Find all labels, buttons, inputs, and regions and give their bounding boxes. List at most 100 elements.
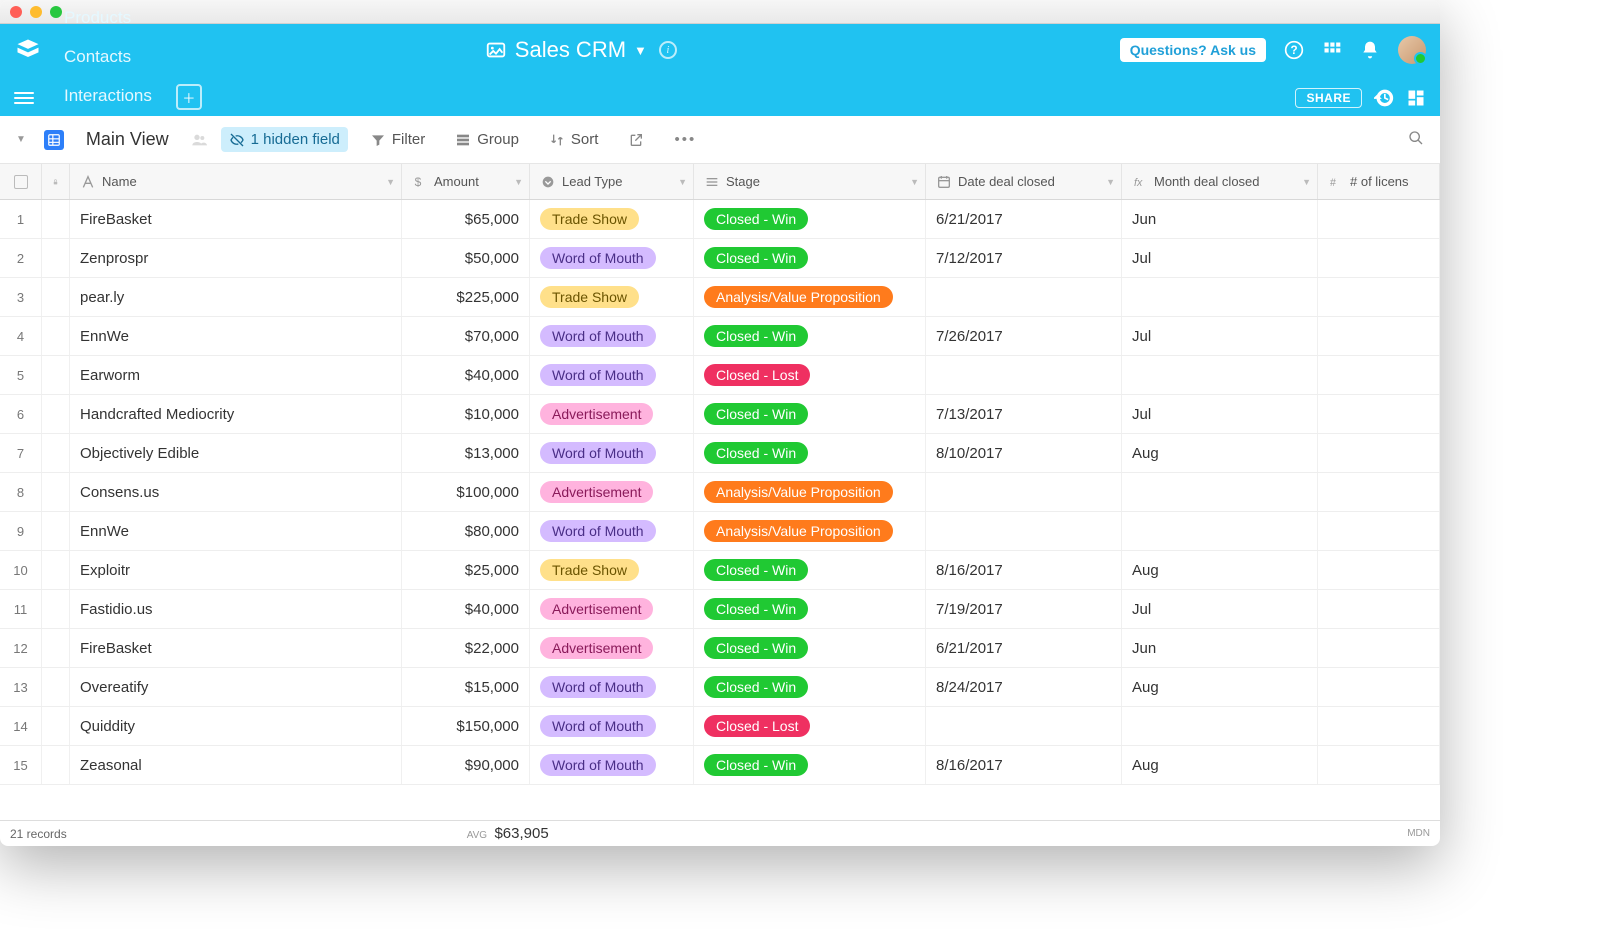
bell-icon[interactable] <box>1360 40 1380 60</box>
collaborators-icon[interactable] <box>191 132 207 148</box>
cell-lead[interactable]: Word of Mouth <box>530 239 694 277</box>
cell-licenses[interactable] <box>1318 278 1440 316</box>
cell-licenses[interactable] <box>1318 395 1440 433</box>
cell-licenses[interactable] <box>1318 434 1440 472</box>
menu-icon[interactable] <box>14 92 34 104</box>
column-header-name[interactable]: Name▼ <box>70 164 402 199</box>
close-window-dot[interactable] <box>10 6 22 18</box>
cell-amount[interactable]: $70,000 <box>402 317 530 355</box>
cell-date[interactable] <box>926 473 1122 511</box>
cell-month[interactable] <box>1122 707 1318 745</box>
tab-products[interactable]: Products <box>46 0 170 38</box>
cell-name[interactable]: FireBasket <box>70 200 402 238</box>
filter-button[interactable]: Filter <box>362 127 433 152</box>
cell-date[interactable] <box>926 356 1122 394</box>
expand-cell[interactable] <box>42 395 70 433</box>
apps-icon[interactable] <box>1322 40 1342 60</box>
cell-date[interactable]: 6/21/2017 <box>926 200 1122 238</box>
column-header-date[interactable]: Date deal closed▼ <box>926 164 1122 199</box>
cell-name[interactable]: FireBasket <box>70 629 402 667</box>
brand-icon[interactable] <box>14 36 42 64</box>
cell-month[interactable] <box>1122 512 1318 550</box>
table-row[interactable]: 10Exploitr$25,000Trade ShowClosed - Win8… <box>0 551 1440 590</box>
group-button[interactable]: Group <box>447 127 527 152</box>
cell-amount[interactable]: $225,000 <box>402 278 530 316</box>
cell-licenses[interactable] <box>1318 746 1440 784</box>
sort-button[interactable]: Sort <box>541 127 607 152</box>
table-row[interactable]: 7Objectively Edible$13,000Word of MouthC… <box>0 434 1440 473</box>
table-row[interactable]: 4EnnWe$70,000Word of MouthClosed - Win7/… <box>0 317 1440 356</box>
cell-stage[interactable]: Closed - Win <box>694 551 926 589</box>
table-row[interactable]: 6Handcrafted Mediocrity$10,000Advertisem… <box>0 395 1440 434</box>
base-title[interactable]: Sales CRM ▼ i <box>42 37 1120 63</box>
info-icon[interactable]: i <box>659 41 677 59</box>
cell-amount[interactable]: $40,000 <box>402 356 530 394</box>
table-row[interactable]: 11Fastidio.us$40,000AdvertisementClosed … <box>0 590 1440 629</box>
table-row[interactable]: 8Consens.us$100,000AdvertisementAnalysis… <box>0 473 1440 512</box>
cell-name[interactable]: pear.ly <box>70 278 402 316</box>
cell-amount[interactable]: $100,000 <box>402 473 530 511</box>
cell-licenses[interactable] <box>1318 239 1440 277</box>
cell-stage[interactable]: Closed - Lost <box>694 707 926 745</box>
select-all-cell[interactable] <box>0 164 42 199</box>
cell-lead[interactable]: Advertisement <box>530 590 694 628</box>
cell-licenses[interactable] <box>1318 629 1440 667</box>
cell-month[interactable]: Jun <box>1122 629 1318 667</box>
cell-stage[interactable]: Closed - Win <box>694 395 926 433</box>
cell-name[interactable]: EnnWe <box>70 512 402 550</box>
expand-cell[interactable] <box>42 512 70 550</box>
expand-cell[interactable] <box>42 590 70 628</box>
cell-date[interactable] <box>926 707 1122 745</box>
cell-stage[interactable]: Closed - Win <box>694 746 926 784</box>
cell-licenses[interactable] <box>1318 356 1440 394</box>
expand-cell[interactable] <box>42 239 70 277</box>
search-button[interactable] <box>1408 130 1424 150</box>
column-header-lead[interactable]: Lead Type▼ <box>530 164 694 199</box>
expand-cell[interactable] <box>42 473 70 511</box>
cell-stage[interactable]: Closed - Win <box>694 200 926 238</box>
table-row[interactable]: 3pear.ly$225,000Trade ShowAnalysis/Value… <box>0 278 1440 317</box>
cell-month[interactable]: Aug <box>1122 551 1318 589</box>
cell-date[interactable]: 7/13/2017 <box>926 395 1122 433</box>
table-row[interactable]: 12FireBasket$22,000AdvertisementClosed -… <box>0 629 1440 668</box>
cell-stage[interactable]: Analysis/Value Proposition <box>694 473 926 511</box>
cell-date[interactable] <box>926 512 1122 550</box>
cell-name[interactable]: Objectively Edible <box>70 434 402 472</box>
rows-region[interactable]: 1FireBasket$65,000Trade ShowClosed - Win… <box>0 200 1440 820</box>
share-view-button[interactable] <box>620 128 652 152</box>
amount-summary[interactable]: AVG $63,905 <box>467 825 549 842</box>
cell-licenses[interactable] <box>1318 512 1440 550</box>
cell-licenses[interactable] <box>1318 200 1440 238</box>
cell-stage[interactable]: Closed - Lost <box>694 356 926 394</box>
cell-stage[interactable]: Analysis/Value Proposition <box>694 278 926 316</box>
ask-us-button[interactable]: Questions? Ask us <box>1120 38 1266 62</box>
expand-cell[interactable] <box>42 668 70 706</box>
cell-lead[interactable]: Word of Mouth <box>530 512 694 550</box>
cell-stage[interactable]: Closed - Win <box>694 239 926 277</box>
cell-stage[interactable]: Closed - Win <box>694 590 926 628</box>
cell-date[interactable]: 7/19/2017 <box>926 590 1122 628</box>
table-row[interactable]: 9EnnWe$80,000Word of MouthAnalysis/Value… <box>0 512 1440 551</box>
cell-lead[interactable]: Word of Mouth <box>530 317 694 355</box>
share-button[interactable]: SHARE <box>1295 88 1362 108</box>
cell-licenses[interactable] <box>1318 551 1440 589</box>
cell-lead[interactable]: Word of Mouth <box>530 668 694 706</box>
cell-lead[interactable]: Trade Show <box>530 551 694 589</box>
cell-amount[interactable]: $65,000 <box>402 200 530 238</box>
cell-amount[interactable]: $25,000 <box>402 551 530 589</box>
cell-licenses[interactable] <box>1318 707 1440 745</box>
cell-date[interactable]: 8/16/2017 <box>926 746 1122 784</box>
cell-amount[interactable]: $10,000 <box>402 395 530 433</box>
cell-lead[interactable]: Word of Mouth <box>530 746 694 784</box>
cell-amount[interactable]: $50,000 <box>402 239 530 277</box>
column-header-stage[interactable]: Stage▼ <box>694 164 926 199</box>
expand-cell[interactable] <box>42 278 70 316</box>
cell-amount[interactable]: $40,000 <box>402 590 530 628</box>
cell-licenses[interactable] <box>1318 473 1440 511</box>
add-table-button[interactable]: ＋ <box>176 84 202 110</box>
cell-name[interactable]: Zeasonal <box>70 746 402 784</box>
expand-cell[interactable] <box>42 629 70 667</box>
cell-name[interactable]: Quiddity <box>70 707 402 745</box>
cell-date[interactable]: 7/12/2017 <box>926 239 1122 277</box>
column-header-licenses[interactable]: # # of licens <box>1318 164 1440 199</box>
